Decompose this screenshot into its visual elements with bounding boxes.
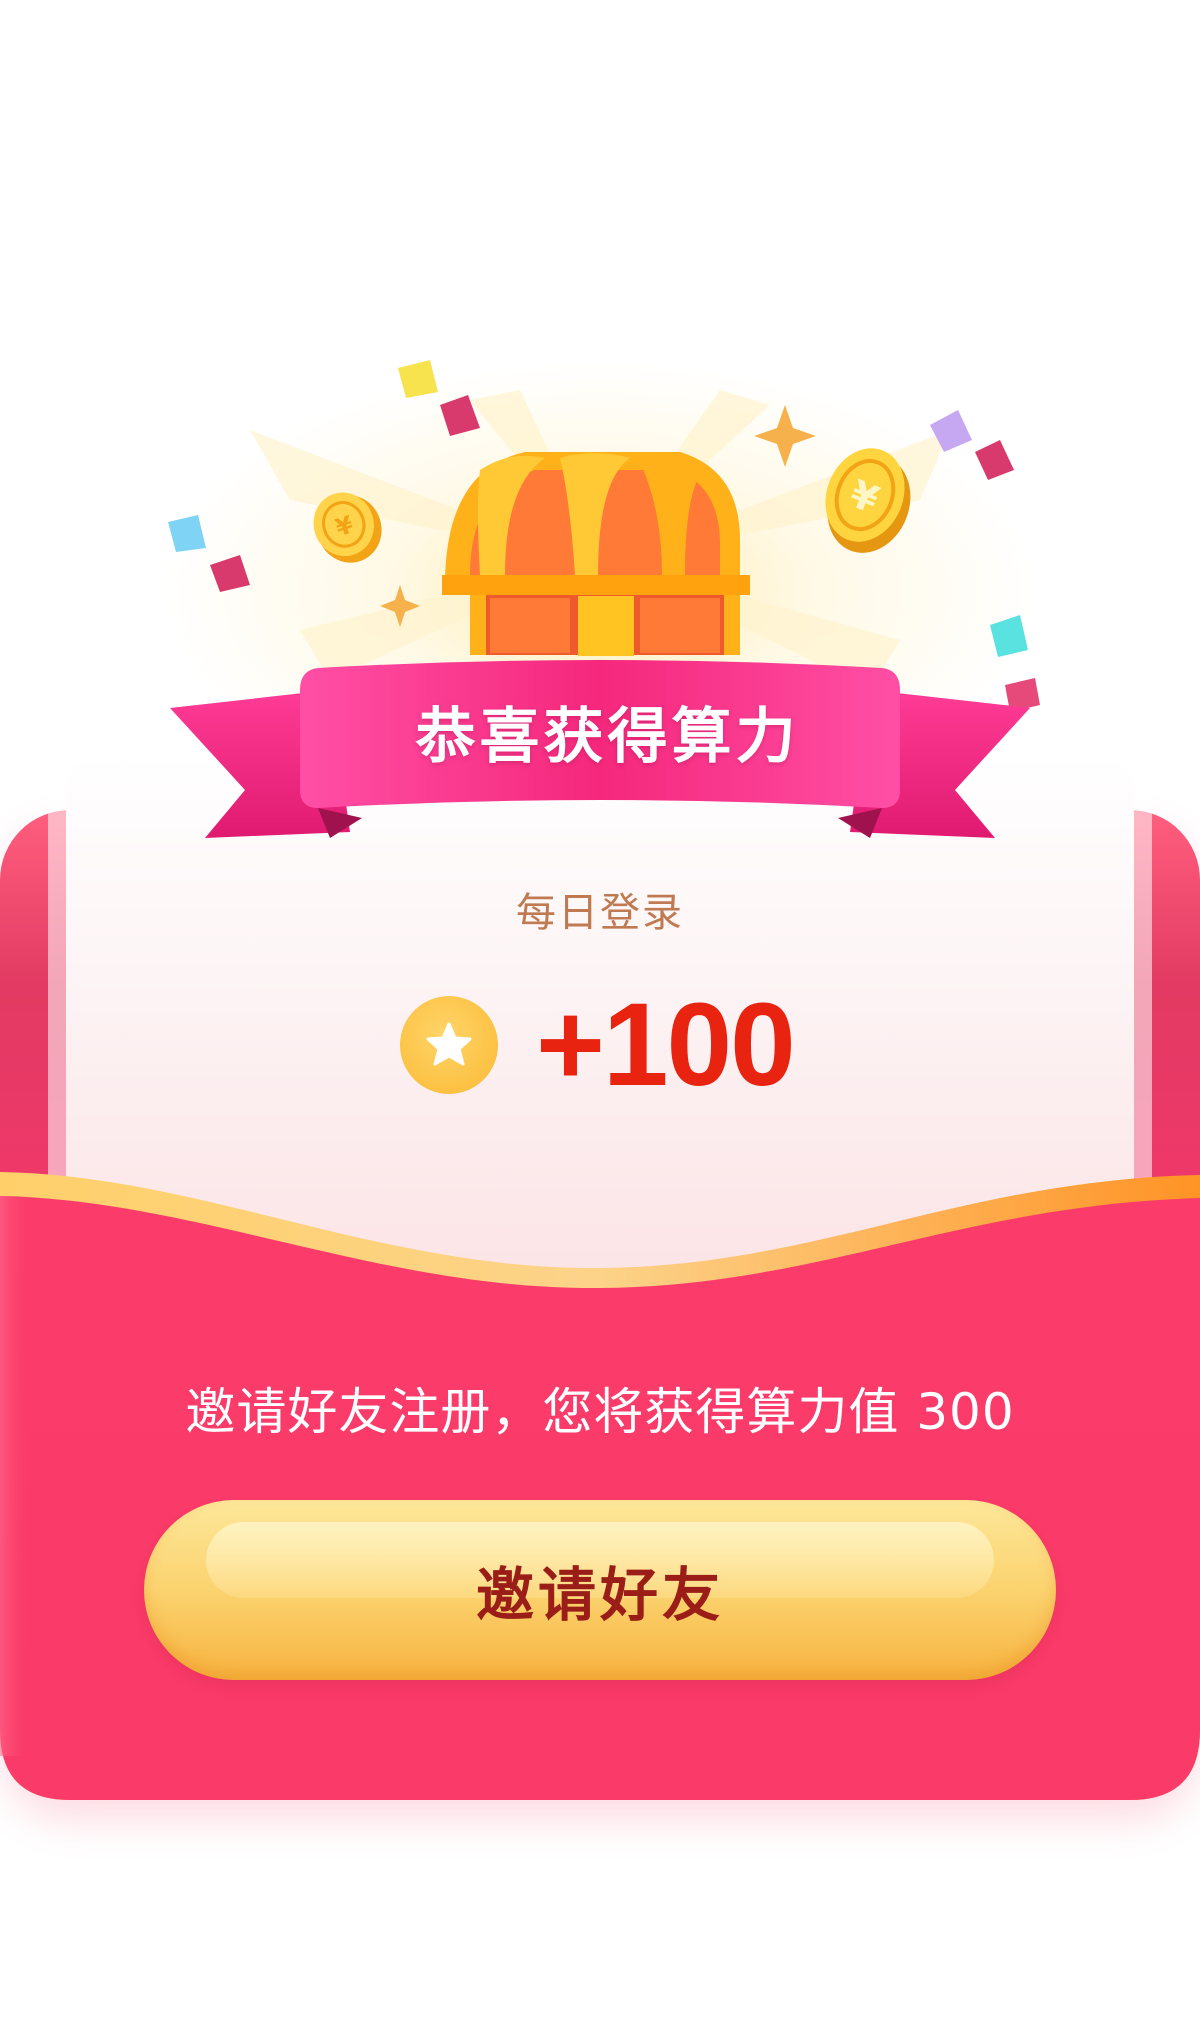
banner-title: 恭喜获得算力 — [415, 701, 800, 772]
invite-description: 邀请好友注册，您将获得算力值 300 — [185, 1383, 1015, 1441]
invite-friends-button[interactable]: 邀请好友 — [144, 1500, 1056, 1680]
invite-button-label: 邀请好友 — [475, 1561, 724, 1629]
reward-popup: ¥ ¥ 每日登录 +100 邀请好友注册，您将获得算力值 300 邀请好友 恭喜… — [0, 0, 1200, 2044]
